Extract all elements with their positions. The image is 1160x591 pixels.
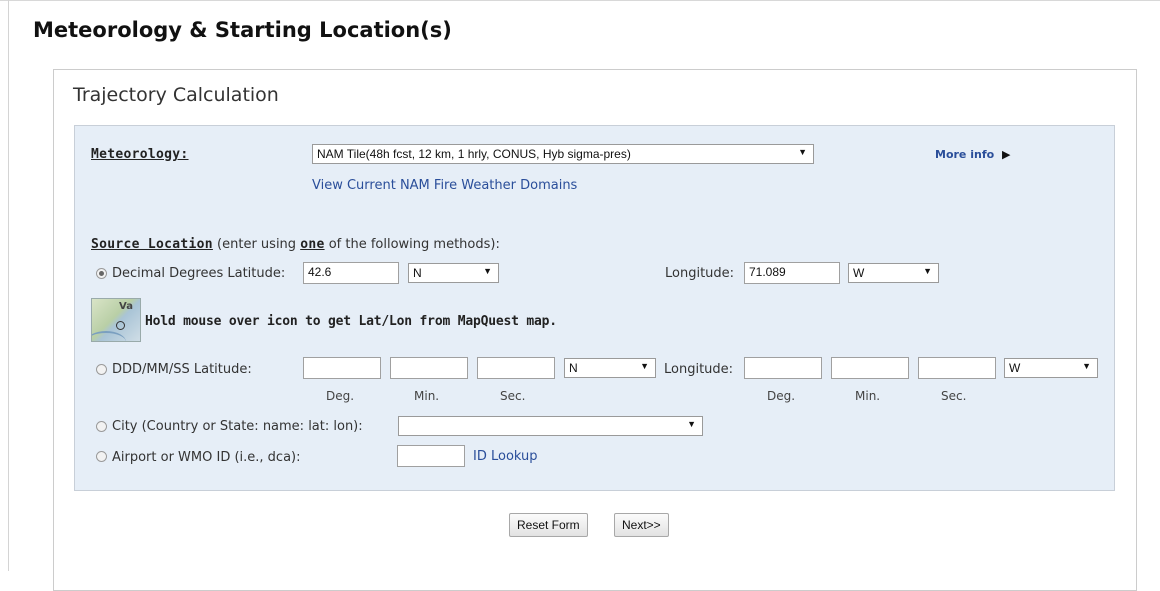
map-pin-icon bbox=[116, 321, 125, 330]
source-intro-one: one bbox=[300, 237, 325, 252]
decimal-latitude-direction-select[interactable]: N ▼ bbox=[408, 263, 499, 283]
dms-lat-dir-value: N bbox=[569, 361, 578, 375]
dms-longitude-direction-select[interactable]: W ▼ bbox=[1004, 358, 1098, 378]
map-icon-text: Va bbox=[119, 301, 133, 312]
dms-longitude-label: Longitude: bbox=[664, 362, 734, 377]
dropdown-arrow-icon: ▼ bbox=[687, 419, 696, 429]
decimal-degrees-radio[interactable] bbox=[96, 268, 107, 279]
meteorology-selected: NAM Tile(48h fcst, 12 km, 1 hrly, CONUS,… bbox=[317, 147, 631, 161]
dropdown-arrow-icon: ▼ bbox=[798, 147, 807, 157]
nam-domains-link[interactable]: View Current NAM Fire Weather Domains bbox=[312, 178, 577, 193]
next-button[interactable]: Next>> bbox=[614, 513, 669, 537]
mapquest-hint: Hold mouse over icon to get Lat/Lon from… bbox=[145, 314, 557, 329]
airport-radio[interactable] bbox=[96, 451, 107, 462]
lat-deg-caption: Deg. bbox=[326, 389, 355, 403]
play-arrow-icon: ▶ bbox=[1002, 148, 1011, 161]
dropdown-arrow-icon: ▼ bbox=[483, 266, 492, 276]
city-radio[interactable] bbox=[96, 421, 107, 432]
top-border bbox=[0, 0, 1160, 1]
source-location-label: Source Location bbox=[91, 237, 213, 252]
dropdown-arrow-icon: ▼ bbox=[1082, 361, 1091, 371]
dms-radio[interactable] bbox=[96, 364, 107, 375]
more-info-link[interactable]: More info ▶ bbox=[935, 148, 1010, 161]
meteorology-select[interactable]: NAM Tile(48h fcst, 12 km, 1 hrly, CONUS,… bbox=[312, 144, 814, 164]
lon-deg-caption: Deg. bbox=[767, 389, 796, 403]
page-title: Meteorology & Starting Location(s) bbox=[33, 18, 452, 42]
dms-lon-sec-input[interactable] bbox=[918, 357, 996, 379]
decimal-lat-dir-value: N bbox=[413, 266, 422, 280]
panel-heading: Trajectory Calculation bbox=[73, 84, 279, 106]
dms-lat-deg-input[interactable] bbox=[303, 357, 381, 379]
lat-sec-caption: Sec. bbox=[500, 389, 526, 403]
airport-label: Airport or WMO ID (i.e., dca): bbox=[112, 450, 301, 465]
source-location-heading: Source Location (enter using one of the … bbox=[91, 237, 500, 252]
dropdown-arrow-icon: ▼ bbox=[640, 361, 649, 371]
dms-lon-deg-input[interactable] bbox=[744, 357, 822, 379]
lon-min-caption: Min. bbox=[855, 389, 881, 403]
mapquest-map-icon[interactable]: Va bbox=[91, 298, 141, 342]
dms-latitude-direction-select[interactable]: N ▼ bbox=[564, 358, 656, 378]
dms-lat-sec-input[interactable] bbox=[477, 357, 555, 379]
source-intro-a: (enter using bbox=[217, 237, 301, 252]
city-label: City (Country or State: name: lat: lon): bbox=[112, 419, 363, 434]
source-intro-b: of the following methods): bbox=[324, 237, 500, 252]
decimal-lon-dir-value: W bbox=[853, 266, 865, 280]
decimal-longitude-input[interactable]: 71.089 bbox=[744, 262, 840, 284]
city-select[interactable]: ▼ bbox=[398, 416, 703, 436]
dms-lon-min-input[interactable] bbox=[831, 357, 909, 379]
dms-lon-dir-value: W bbox=[1009, 361, 1021, 375]
left-border bbox=[8, 0, 9, 571]
lon-sec-caption: Sec. bbox=[941, 389, 967, 403]
lat-min-caption: Min. bbox=[414, 389, 440, 403]
decimal-degrees-label: Decimal Degrees Latitude: bbox=[112, 266, 286, 281]
airport-id-input[interactable] bbox=[397, 445, 465, 467]
decimal-longitude-label: Longitude: bbox=[665, 266, 735, 281]
dms-lat-min-input[interactable] bbox=[390, 357, 468, 379]
meteorology-label: Meteorology: bbox=[91, 147, 189, 162]
more-info-label: More info bbox=[935, 148, 995, 161]
decimal-latitude-input[interactable]: 42.6 bbox=[303, 262, 399, 284]
reset-form-button[interactable]: Reset Form bbox=[509, 513, 588, 537]
dms-latitude-label: DDD/MM/SS Latitude: bbox=[112, 362, 252, 377]
id-lookup-link[interactable]: ID Lookup bbox=[473, 449, 538, 464]
dropdown-arrow-icon: ▼ bbox=[923, 266, 932, 276]
decimal-longitude-direction-select[interactable]: W ▼ bbox=[848, 263, 939, 283]
form-box bbox=[74, 125, 1115, 491]
map-river-icon bbox=[92, 331, 126, 341]
